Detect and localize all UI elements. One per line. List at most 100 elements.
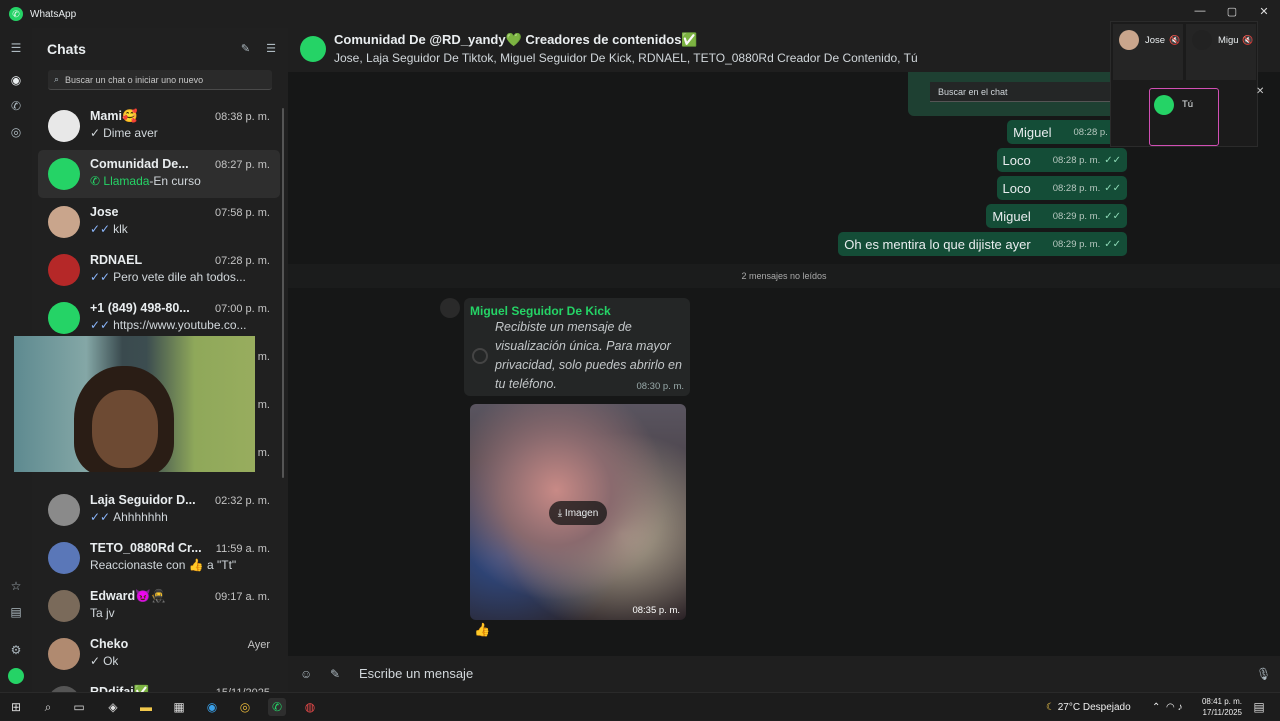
chrome-icon[interactable]: ◎ xyxy=(236,698,254,716)
reaction-emoji[interactable]: 👍 xyxy=(474,622,490,638)
chat-name: Cheko xyxy=(90,637,129,651)
image-message[interactable]: ⤓ Imagen 08:35 p. m. xyxy=(470,404,686,620)
message-text: Miguel xyxy=(992,208,1031,224)
chat-item-comunidad[interactable]: Comunidad De... 08:27 p. m. ✆ Llamada-En… xyxy=(38,150,280,198)
chat-preview: ✓✓ Pero vete dile ah todos... xyxy=(90,270,246,284)
close-icon[interactable]: ✕ xyxy=(1256,86,1264,97)
chats-icon[interactable]: ◉ xyxy=(8,72,24,88)
avatar xyxy=(48,542,80,574)
participant-avatar xyxy=(1119,30,1139,50)
archive-icon[interactable]: ▤ xyxy=(8,604,24,620)
call-participant-tile[interactable]: Jose 🔇 xyxy=(1113,24,1183,80)
recorder-icon[interactable]: ◍ xyxy=(301,698,319,716)
app-title: WhatsApp xyxy=(30,8,77,20)
unread-label: 2 mensajes no leídos xyxy=(741,271,827,281)
call-icon: ✆ xyxy=(90,174,104,188)
chat-name: Laja Seguidor D... xyxy=(90,493,196,507)
download-image-button[interactable]: ⤓ Imagen xyxy=(549,501,607,525)
message-text: Loco xyxy=(1002,152,1031,168)
filter-icon[interactable]: ☰ xyxy=(266,42,276,55)
calls-icon[interactable]: ✆ xyxy=(8,98,24,114)
chat-item-phone[interactable]: +1 (849) 498-80... 07:00 p. m. ✓✓ https:/… xyxy=(38,294,280,342)
self-name: Tú xyxy=(1182,99,1194,110)
chat-time: m. xyxy=(257,351,270,363)
self-avatar xyxy=(1154,95,1174,115)
muted-mic-icon: 🔇 xyxy=(1242,35,1254,45)
avatar xyxy=(48,206,80,238)
chevron-up-icon[interactable]: ⌃ xyxy=(1152,702,1166,713)
chat-preview: ✓ Ok xyxy=(90,654,119,668)
chat-item-edward[interactable]: Edward😈🥷 09:17 a. m. Ta jv xyxy=(38,582,280,630)
group-title: Comunidad De @RD_yandy💚 Creadores de con… xyxy=(334,32,698,47)
sidebar-scrollbar[interactable] xyxy=(282,108,284,478)
self-video-tile[interactable]: Tú xyxy=(1149,88,1219,146)
read-ticks-icon: ✓✓ xyxy=(1104,238,1121,250)
edge-icon[interactable]: ◉ xyxy=(203,698,221,716)
new-chat-icon[interactable]: ✎ xyxy=(241,42,250,55)
muted-mic-icon: 🔇 xyxy=(1169,35,1181,45)
settings-icon[interactable]: ⚙ xyxy=(8,642,24,658)
chat-search-placeholder: Buscar en el chat xyxy=(938,86,1008,97)
read-ticks-icon: ✓✓ xyxy=(1104,154,1121,166)
call-participant-tile[interactable]: Migu 🔇 xyxy=(1186,24,1256,80)
chat-name: +1 (849) 498-80... xyxy=(90,301,190,315)
chat-name: Comunidad De... xyxy=(90,157,189,171)
search-icon[interactable]: ⌕ xyxy=(39,698,57,716)
message-input[interactable]: Escribe un mensaje xyxy=(359,666,473,681)
status-icon[interactable]: ◎ xyxy=(8,124,24,140)
volume-icon[interactable]: ♪ xyxy=(1177,702,1182,713)
chat-time: 11:59 a. m. xyxy=(215,543,270,555)
task-view-icon[interactable]: ▭ xyxy=(70,698,88,716)
outgoing-message[interactable]: Oh es mentira lo que dijiste ayer 08:29 … xyxy=(838,232,1127,256)
chat-item-jose[interactable]: Jose 07:58 p. m. ✓✓ klk xyxy=(38,198,280,246)
group-avatar[interactable] xyxy=(300,36,326,62)
store-icon[interactable]: ▦ xyxy=(170,698,188,716)
clock-date: 17/11/2025 xyxy=(1202,708,1242,717)
incoming-message[interactable]: Miguel Seguidor De Kick Recibiste un men… xyxy=(464,298,690,396)
weather-text: 27°C Despejado xyxy=(1057,701,1131,713)
sender-name[interactable]: Miguel Seguidor De Kick xyxy=(470,304,611,318)
chat-name: RDNAEL xyxy=(90,253,143,267)
chat-item-rdnael[interactable]: RDNAEL 07:28 p. m. ✓✓ Pero vete dile ah t… xyxy=(38,246,280,294)
chat-search-input[interactable]: Buscar en el chat xyxy=(930,82,1120,102)
wifi-icon[interactable]: ◠ xyxy=(1166,702,1178,713)
menu-icon[interactable]: ☰ xyxy=(8,40,24,56)
chat-name: Mami🥰 xyxy=(90,109,138,123)
chat-time: m. xyxy=(257,399,270,411)
starred-icon[interactable]: ☆ xyxy=(8,578,24,594)
weather-widget[interactable]: ☾ 27°C Despejado xyxy=(1046,693,1131,721)
whatsapp-taskbar-icon[interactable]: ✆ xyxy=(268,698,286,716)
search-placeholder: Buscar un chat o iniciar uno nuevo xyxy=(65,74,204,85)
profile-avatar[interactable] xyxy=(8,668,24,684)
sender-avatar[interactable] xyxy=(440,298,460,318)
system-tray[interactable]: ⌃ ◠ ♪ xyxy=(1152,693,1182,721)
outgoing-message[interactable]: Loco 08:28 p. m. ✓✓ xyxy=(996,148,1127,172)
avatar xyxy=(48,302,80,334)
chat-name: TETO_0880Rd Cr... xyxy=(90,541,202,555)
close-button[interactable]: ✕ xyxy=(1248,0,1280,22)
microphone-icon[interactable]: 🎙 xyxy=(1256,667,1271,681)
sidebar-header-icons: ✎ ☰ xyxy=(241,42,276,55)
chat-time: Ayer xyxy=(247,639,270,651)
outgoing-message[interactable]: Loco 08:28 p. m. ✓✓ xyxy=(996,176,1127,200)
chat-item-cheko[interactable]: Cheko Ayer ✓ Ok xyxy=(38,630,280,678)
chat-time: 07:58 p. m. xyxy=(214,207,270,219)
chat-item-mami[interactable]: Mami🥰 08:38 p. m. ✓ Dime aver xyxy=(38,102,280,150)
chat-search-input[interactable]: ⌕ Buscar un chat o iniciar uno nuevo xyxy=(48,70,272,90)
chat-item-laja[interactable]: Laja Seguidor D... 02:32 p. m. ✓✓ Ahhhhhh… xyxy=(38,486,280,534)
read-ticks-icon: ✓✓ xyxy=(1104,210,1121,222)
taskbar: ⊞ ⌕ ▭ ◈ ▬ ▦ ◉ ◎ ✆ ◍ ☾ 27°C Despejado ⌃ ◠… xyxy=(0,692,1280,720)
webcam-face xyxy=(92,390,158,468)
copilot-icon[interactable]: ◈ xyxy=(104,698,122,716)
chat-item-teto[interactable]: TETO_0880Rd Cr... 11:59 a. m. Reaccionas… xyxy=(38,534,280,582)
view-once-icon xyxy=(472,348,488,364)
notifications-icon[interactable]: ▤ xyxy=(1250,698,1268,716)
attach-icon[interactable]: ✎ xyxy=(330,667,340,681)
windows-start-icon[interactable]: ⊞ xyxy=(7,698,25,716)
minimize-button[interactable]: — xyxy=(1184,0,1216,22)
emoji-icon[interactable]: ☺ xyxy=(300,667,312,681)
taskbar-clock[interactable]: 08:41 p. m. 17/11/2025 xyxy=(1202,696,1242,718)
file-explorer-icon[interactable]: ▬ xyxy=(137,698,155,716)
outgoing-message[interactable]: Miguel 08:29 p. m. ✓✓ xyxy=(986,204,1127,228)
maximize-button[interactable]: ▢ xyxy=(1216,0,1248,22)
